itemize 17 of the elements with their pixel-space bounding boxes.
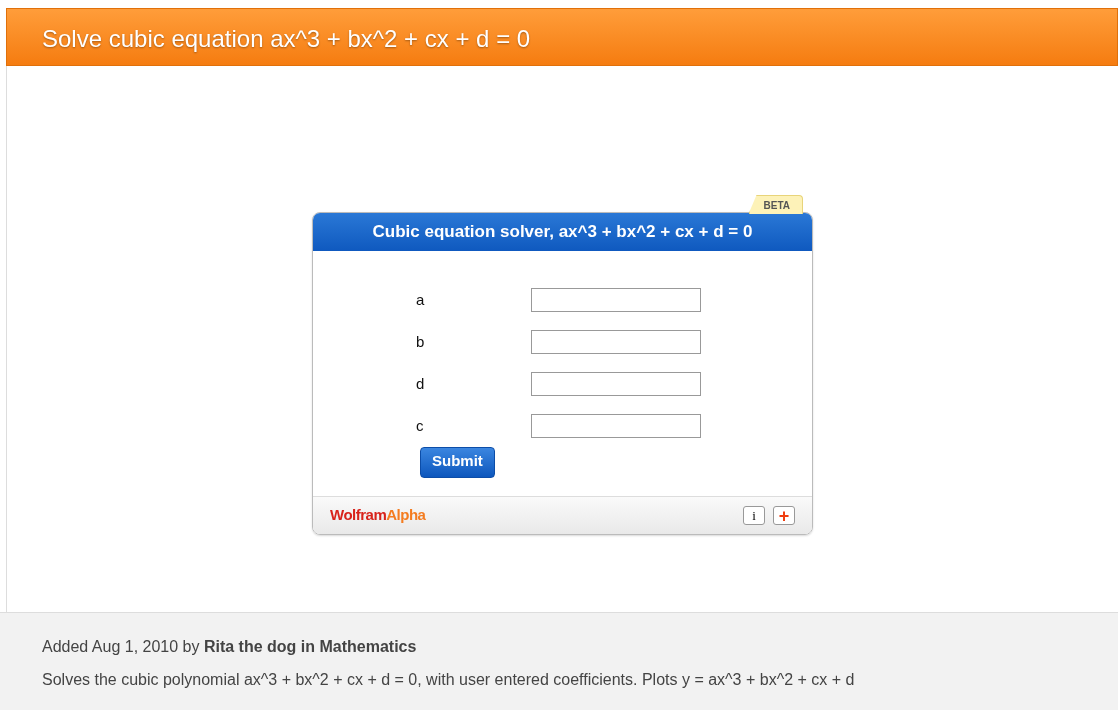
added-by-text: Added Aug 1, 2010 by Rita the dog in Mathematics [42, 637, 418, 657]
input-field[interactable] [531, 330, 701, 354]
page-title: Solve cubic equation ax^3 + bx^2 + cx + d = 0 [6, 8, 1118, 66]
submit-button[interactable]: Submit [420, 447, 495, 478]
input-field[interactable] [531, 372, 701, 396]
field-label: c [416, 415, 425, 436]
widget-title: Cubic equation solver, ax^3 + bx^2 + cx + d = 0 [313, 213, 812, 251]
field-label: a [416, 289, 426, 310]
info-button[interactable]: i [743, 506, 765, 525]
field-label: d [416, 373, 426, 394]
beta-tag: BETA [748, 195, 803, 214]
field-label: b [416, 331, 426, 352]
logo: WolframAlpha [330, 505, 426, 526]
add-button[interactable]: + [773, 506, 795, 525]
input-field[interactable] [531, 288, 701, 312]
description-text: Solves the cubic polynomial ax^3 + bx^2 + cx + d = 0, with user entered coefficients. Plots y = ax^3 + bx^2 + cx + d [42, 670, 856, 690]
input-field[interactable] [531, 414, 701, 438]
